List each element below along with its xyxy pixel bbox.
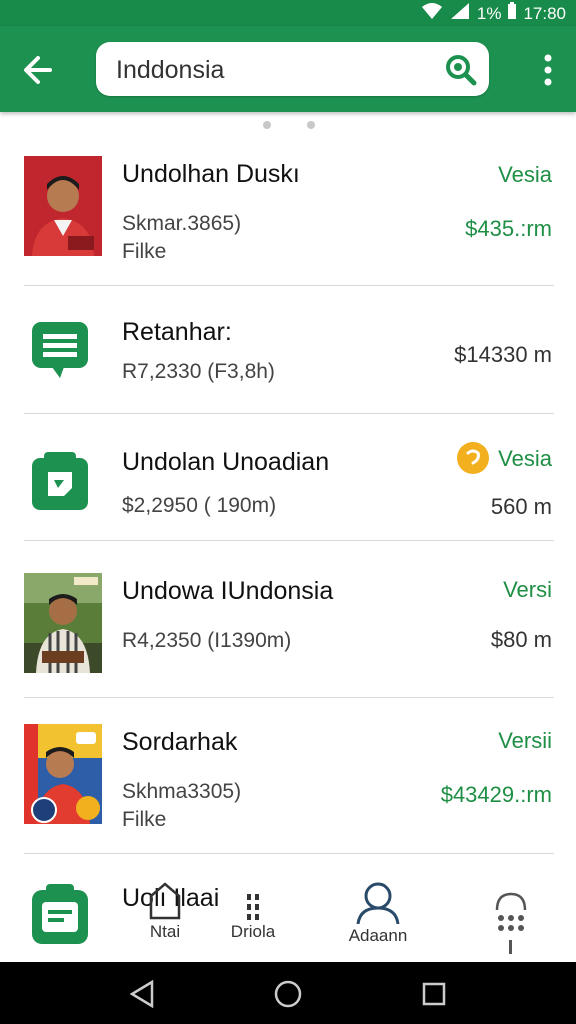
portrait-image [24, 156, 102, 256]
wifi-icon [421, 2, 443, 25]
item-price: $435.:rm [465, 216, 552, 241]
person-icon [356, 882, 400, 924]
bottom-navigation: Ntai Driola Adaann [0, 880, 576, 962]
more-options-button[interactable] [538, 50, 558, 90]
drag-indicator [259, 117, 319, 129]
item-subtitle: Skmar.3865) [122, 212, 242, 235]
grid-icon [247, 894, 259, 920]
portrait-image [24, 573, 102, 673]
square-recents-icon [422, 982, 446, 1006]
nav-cloud[interactable] [456, 880, 566, 962]
back-button[interactable] [20, 52, 60, 88]
item-detail: Filke [122, 240, 167, 263]
store-icon [30, 450, 90, 512]
app-bar [0, 26, 576, 112]
item-title: Undolhan Duskı [122, 160, 300, 188]
item-detail: Filke [122, 808, 167, 831]
item-tag: Versi [503, 577, 552, 602]
divider [24, 413, 554, 414]
search-input[interactable] [114, 52, 428, 88]
system-recents-button[interactable] [416, 976, 452, 1012]
more-vert-icon [544, 54, 552, 86]
circle-home-icon [274, 980, 302, 1008]
item-title: Retanhar: [122, 318, 232, 346]
item-title: Sordarhak [122, 728, 238, 756]
nav-label: Adaann [348, 926, 408, 945]
item-title: Undolan Unoadian [122, 448, 330, 476]
portrait-image [24, 724, 102, 824]
nav-grid[interactable]: Driola [198, 880, 308, 962]
item-subtitle: R4,2350 (I1390m) [122, 629, 292, 652]
status-bar: 1% 17:80 [0, 0, 576, 26]
item-subtitle: Skhma3305) [122, 780, 242, 803]
system-back-button[interactable] [124, 976, 160, 1012]
search-icon[interactable] [443, 52, 477, 86]
triangle-back-icon [129, 979, 154, 1009]
divider [24, 285, 554, 286]
item-subtitle: $2,2950 ( 190m) [122, 494, 277, 517]
clock: 17:80 [523, 3, 566, 23]
item-price: $43429.:rm [440, 782, 552, 807]
arrow-left-icon [24, 56, 52, 84]
item-title: Undowa IUndonsia [122, 577, 334, 605]
item-tag: Vesia [498, 446, 552, 471]
battery-percent: 1% [476, 3, 502, 23]
search-box[interactable] [96, 42, 489, 96]
chat-icon [30, 320, 90, 382]
coin-icon [456, 441, 490, 480]
item-tag: Versii [498, 728, 552, 753]
divider [24, 697, 554, 698]
item-subtitle: R7,2330 (F3,8h) [122, 360, 275, 383]
nav-label: Driola [230, 922, 276, 941]
system-navigation-bar [0, 962, 576, 1024]
item-price: $14330 m [454, 342, 552, 367]
item-price: 560 m [490, 494, 552, 519]
cloud-icon [495, 892, 527, 954]
system-home-button[interactable] [270, 976, 306, 1012]
divider [24, 540, 554, 541]
nav-profile[interactable]: Adaann [323, 880, 433, 962]
item-price: $80 m [490, 627, 552, 652]
signal-icon [449, 2, 471, 25]
divider [24, 853, 554, 854]
home-icon [149, 882, 181, 920]
battery-icon [507, 2, 517, 25]
item-tag: Vesia [498, 162, 552, 187]
